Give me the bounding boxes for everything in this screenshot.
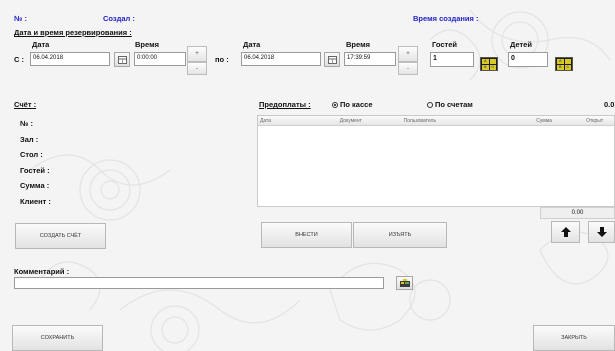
save-button[interactable]: СОХРАНИТЬ bbox=[12, 325, 103, 351]
to-date-input[interactable]: 06.04.2018 bbox=[241, 52, 321, 66]
bill-hall-label: Зал : bbox=[20, 134, 39, 144]
from-time-up-button[interactable]: + bbox=[187, 46, 207, 62]
move-down-button[interactable] bbox=[588, 221, 615, 243]
arrow-down-icon bbox=[596, 227, 607, 237]
to-time-up-button[interactable]: + bbox=[398, 46, 418, 62]
from-date-input[interactable]: 06.04.2018 bbox=[30, 52, 110, 66]
create-bill-button[interactable]: СОЗДАТЬ СЧЁТ bbox=[15, 223, 106, 249]
comment-label: Комментарий : bbox=[14, 267, 70, 276]
col-sum[interactable]: Сумма bbox=[534, 118, 584, 124]
from-time-down-button[interactable]: - bbox=[187, 62, 207, 75]
bill-table-label: Стол : bbox=[20, 150, 43, 159]
deposit-button[interactable]: ВНЕСТИ bbox=[261, 222, 352, 248]
keyboard-icon: A bbox=[482, 59, 489, 64]
guests-keyboard-button[interactable]: ABC bbox=[480, 57, 498, 71]
to-date-label: Дата bbox=[243, 40, 261, 49]
comment-keyboard-button[interactable] bbox=[396, 276, 413, 290]
calendar-icon bbox=[327, 55, 337, 64]
bill-sum-label: Сумма : bbox=[20, 181, 50, 190]
prepayments-grid[interactable]: Дата Документ Пользователь Сумма Открыт bbox=[257, 115, 615, 207]
grid-footer-sum: 0.00 bbox=[540, 207, 615, 219]
bill-fields: № : Зал : Стол : Гостей : Сумма : Клиент… bbox=[20, 116, 51, 209]
radio-checked-icon bbox=[332, 102, 338, 108]
children-keyboard-button[interactable]: ABC bbox=[555, 57, 573, 71]
col-date[interactable]: Дата bbox=[258, 118, 338, 124]
radio-by-cash[interactable]: По кассе bbox=[332, 100, 373, 109]
to-time-label: Время bbox=[346, 40, 370, 49]
withdraw-button[interactable]: ИЗЪЯТЬ bbox=[353, 222, 447, 248]
radio-by-accounts[interactable]: По счетам bbox=[427, 100, 473, 109]
comment-input[interactable] bbox=[14, 277, 384, 289]
close-button[interactable]: ЗАКРЫТЬ bbox=[533, 325, 615, 351]
keyboard-icon: A bbox=[557, 59, 564, 64]
to-time-down-button[interactable]: - bbox=[398, 62, 418, 75]
to-time-input[interactable]: 17:39:59 bbox=[344, 52, 396, 66]
col-user[interactable]: Пользователь bbox=[402, 118, 535, 124]
calendar-icon bbox=[117, 55, 127, 64]
from-prefix: С : bbox=[14, 55, 24, 64]
bill-number-label: № : bbox=[20, 119, 33, 128]
col-document[interactable]: Документ bbox=[338, 118, 402, 124]
prepayments-title: Предоплаты : bbox=[259, 100, 311, 109]
children-input[interactable]: 0 bbox=[508, 52, 548, 67]
move-up-button[interactable] bbox=[551, 221, 580, 243]
to-prefix: по : bbox=[215, 55, 229, 64]
col-opened[interactable]: Открыт bbox=[584, 118, 614, 124]
from-time-input[interactable]: 0:00:00 bbox=[134, 52, 186, 66]
to-calendar-button[interactable] bbox=[324, 52, 340, 67]
guests-label: Гостей bbox=[432, 40, 457, 49]
keyboard-icon bbox=[399, 279, 410, 287]
prepayments-total: 0.0 bbox=[604, 100, 615, 109]
from-date-label: Дата bbox=[32, 40, 50, 49]
arrow-up-icon bbox=[560, 227, 571, 237]
creation-time-label: Время создания : bbox=[413, 14, 479, 23]
bill-client-label: Клиент : bbox=[20, 196, 51, 206]
created-by-label: Создал : bbox=[103, 14, 135, 23]
children-label: Детей bbox=[510, 40, 532, 49]
from-calendar-button[interactable] bbox=[114, 52, 130, 67]
number-label: № : bbox=[14, 14, 27, 23]
radio-unchecked-icon bbox=[427, 102, 433, 108]
guests-input[interactable]: 1 bbox=[430, 52, 474, 67]
from-time-label: Время bbox=[135, 40, 159, 49]
bill-guests-label: Гостей : bbox=[20, 165, 50, 175]
grid-header: Дата Документ Пользователь Сумма Открыт bbox=[258, 116, 614, 126]
reservation-section-label: Дата и время резервирования : bbox=[14, 28, 132, 37]
bill-title: Счёт : bbox=[14, 100, 37, 109]
